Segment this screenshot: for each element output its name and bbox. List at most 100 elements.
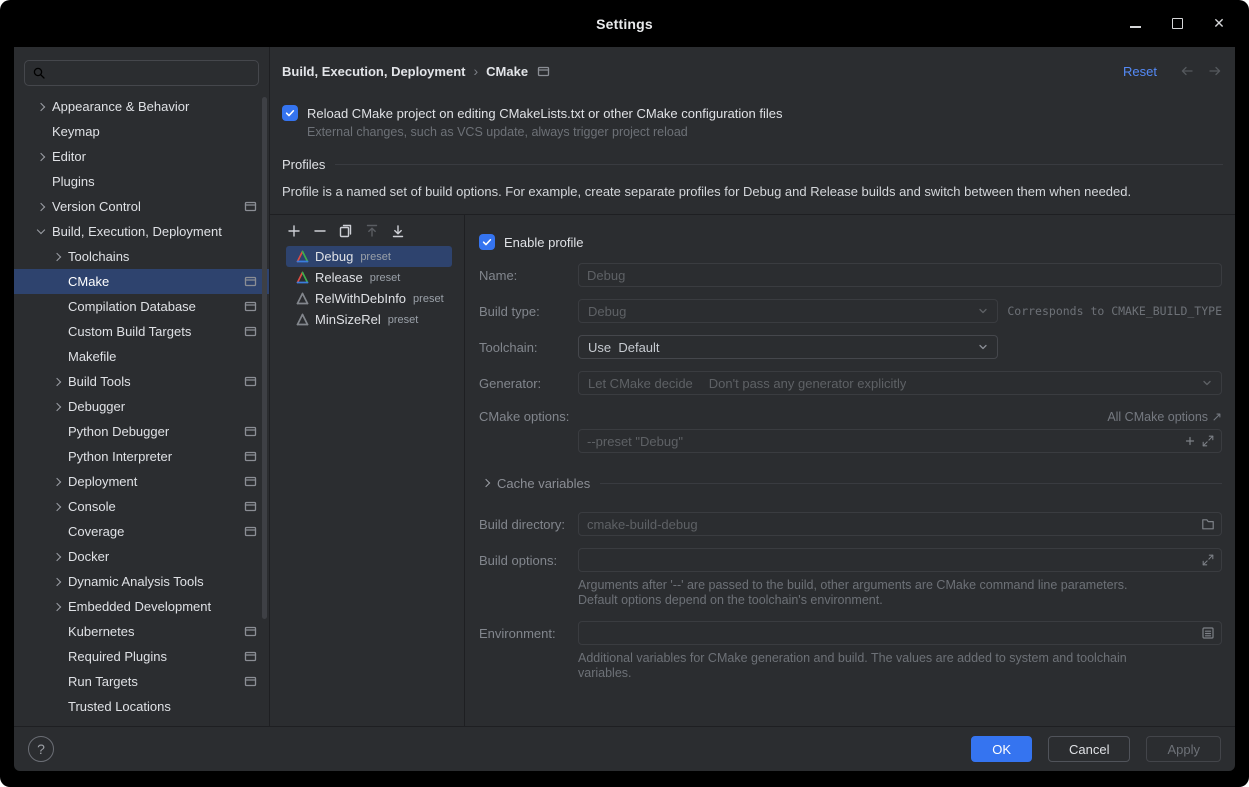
sidebar-item-deployment[interactable]: Deployment xyxy=(14,469,269,494)
minimize-button[interactable] xyxy=(1127,16,1143,32)
sidebar-item-run-targets[interactable]: Run Targets xyxy=(14,669,269,694)
sidebar-item-plugins[interactable]: Plugins xyxy=(14,169,269,194)
chevron-icon[interactable] xyxy=(50,375,64,389)
copy-profile-button[interactable] xyxy=(338,223,354,239)
search-input[interactable] xyxy=(51,65,251,82)
chevron-icon[interactable] xyxy=(50,600,64,614)
chevron-icon[interactable] xyxy=(34,125,48,139)
sidebar-item-docker[interactable]: Docker xyxy=(14,544,269,569)
profile-row-relwithdebinfo[interactable]: RelWithDebInfo preset xyxy=(270,288,464,309)
chevron-icon[interactable] xyxy=(34,175,48,189)
chevron-icon[interactable] xyxy=(50,425,64,439)
ok-button[interactable]: OK xyxy=(971,736,1032,762)
move-up-button[interactable] xyxy=(364,223,380,239)
settings-search-box[interactable] xyxy=(24,60,259,86)
remove-profile-button[interactable] xyxy=(312,223,328,239)
sidebar-item-label: Appearance & Behavior xyxy=(52,99,189,114)
chevron-icon[interactable] xyxy=(50,400,64,414)
cache-variables-toggle[interactable]: Cache variables xyxy=(479,473,1222,493)
chevron-icon[interactable] xyxy=(50,675,64,689)
apply-button[interactable]: Apply xyxy=(1146,736,1221,762)
sidebar-item-python-debugger[interactable]: Python Debugger xyxy=(14,419,269,444)
chevron-icon[interactable] xyxy=(50,450,64,464)
chevron-icon[interactable] xyxy=(50,550,64,564)
folder-icon[interactable] xyxy=(1201,517,1215,531)
chevron-icon[interactable] xyxy=(50,250,64,264)
close-button[interactable]: ✕ xyxy=(1211,16,1227,32)
chevron-icon[interactable] xyxy=(50,475,64,489)
cmake-options-input[interactable] xyxy=(579,430,1179,452)
chevron-down-icon xyxy=(976,340,990,354)
sidebar-item-console[interactable]: Console xyxy=(14,494,269,519)
chevron-icon[interactable] xyxy=(50,625,64,639)
name-input[interactable] xyxy=(578,263,1222,287)
sidebar-item-makefile[interactable]: Makefile xyxy=(14,344,269,369)
reload-checkbox[interactable] xyxy=(282,105,298,121)
chevron-icon[interactable] xyxy=(50,525,64,539)
generator-label: Generator: xyxy=(479,376,578,391)
sidebar-scrollbar[interactable] xyxy=(262,97,267,619)
sidebar-item-kubernetes[interactable]: Kubernetes xyxy=(14,619,269,644)
sidebar-item-compilation-database[interactable]: Compilation Database xyxy=(14,294,269,319)
profile-row-debug[interactable]: Debug preset xyxy=(270,246,464,267)
nav-forward-button[interactable] xyxy=(1207,63,1223,79)
chevron-icon[interactable] xyxy=(50,500,64,514)
check-icon xyxy=(284,107,296,119)
chevron-icon[interactable] xyxy=(50,300,64,314)
add-option-icon[interactable] xyxy=(1183,434,1197,448)
sidebar-item-custom-build-targets[interactable]: Custom Build Targets xyxy=(14,319,269,344)
environment-hint: Additional variables for CMake generatio… xyxy=(578,651,1222,681)
toolchain-select[interactable]: Use Default xyxy=(578,335,998,359)
add-profile-button[interactable] xyxy=(286,223,302,239)
nav-back-button[interactable] xyxy=(1179,63,1195,79)
chevron-icon[interactable] xyxy=(50,575,64,589)
all-cmake-options-link[interactable]: All CMake options ↗ xyxy=(1107,409,1222,424)
build-type-select[interactable]: Debug xyxy=(578,299,998,323)
chevron-icon[interactable] xyxy=(50,350,64,364)
sidebar-item-editor[interactable]: Editor xyxy=(14,144,269,169)
expand-icon[interactable] xyxy=(1201,434,1215,448)
chevron-icon[interactable] xyxy=(50,650,64,664)
profile-row-release[interactable]: Release preset xyxy=(270,267,464,288)
move-down-button[interactable] xyxy=(390,223,406,239)
environment-input[interactable] xyxy=(579,622,1197,644)
expand-icon[interactable] xyxy=(1201,553,1215,567)
sidebar-item-dynamic-analysis-tools[interactable]: Dynamic Analysis Tools xyxy=(14,569,269,594)
sidebar-item-embedded-development[interactable]: Embedded Development xyxy=(14,594,269,619)
help-button[interactable]: ? xyxy=(28,736,54,762)
breadcrumb-item-build-execution-deployment[interactable]: Build, Execution, Deployment xyxy=(282,64,465,79)
chevron-icon[interactable] xyxy=(50,325,64,339)
sidebar-item-trusted-locations[interactable]: Trusted Locations xyxy=(14,694,269,719)
chevron-icon[interactable] xyxy=(34,100,48,114)
titlebar: Settings ✕ xyxy=(0,0,1249,47)
breadcrumb-item-cmake[interactable]: CMake xyxy=(486,64,528,79)
sidebar-item-required-plugins[interactable]: Required Plugins xyxy=(14,644,269,669)
generator-select[interactable]: Let CMake decide Don't pass any generato… xyxy=(578,371,1222,395)
sidebar-item-coverage[interactable]: Coverage xyxy=(14,519,269,544)
cancel-button[interactable]: Cancel xyxy=(1048,736,1130,762)
chevron-icon[interactable] xyxy=(50,275,64,289)
build-options-input[interactable] xyxy=(579,549,1197,571)
maximize-button[interactable] xyxy=(1169,16,1185,32)
chevron-icon[interactable] xyxy=(34,150,48,164)
sidebar-item-cmake[interactable]: CMake xyxy=(14,269,269,294)
sidebar-item-keymap[interactable]: Keymap xyxy=(14,119,269,144)
enable-profile-checkbox[interactable] xyxy=(479,234,495,250)
sidebar-item-debugger[interactable]: Debugger xyxy=(14,394,269,419)
profile-row-minsizerel[interactable]: MinSizeRel preset xyxy=(270,309,464,330)
sidebar-item-toolchains[interactable]: Toolchains xyxy=(14,244,269,269)
sidebar-item-build-tools[interactable]: Build Tools xyxy=(14,369,269,394)
sidebar-item-label: Trusted Locations xyxy=(68,699,171,714)
sidebar-item-python-interpreter[interactable]: Python Interpreter xyxy=(14,444,269,469)
chevron-icon[interactable] xyxy=(34,225,48,239)
build-directory-input[interactable] xyxy=(579,513,1197,535)
environment-field xyxy=(578,621,1222,645)
build-options-label: Build options: xyxy=(479,553,578,568)
chevron-icon[interactable] xyxy=(34,200,48,214)
chevron-icon[interactable] xyxy=(50,700,64,714)
variables-list-icon[interactable] xyxy=(1201,626,1215,640)
reset-link[interactable]: Reset xyxy=(1123,64,1157,79)
sidebar-item-appearance-behavior[interactable]: Appearance & Behavior xyxy=(14,94,269,119)
sidebar-item-version-control[interactable]: Version Control xyxy=(14,194,269,219)
sidebar-item-build-execution-deployment[interactable]: Build, Execution, Deployment xyxy=(14,219,269,244)
